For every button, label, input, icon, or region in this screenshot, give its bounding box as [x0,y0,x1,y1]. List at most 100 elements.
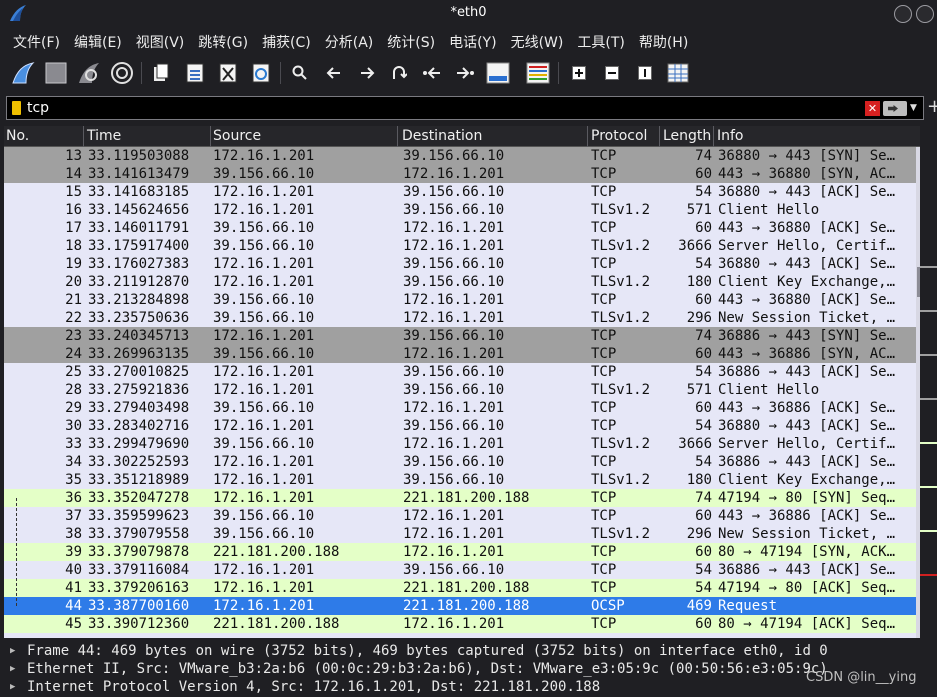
table-row[interactable]: 20 33.211912870 172.16.1.201 39.156.66.10 TL… [4,273,916,291]
cell-time: 33.275921836 [88,382,190,398]
cell-src: 172.16.1.201 [213,364,315,380]
detail-row-ethernet[interactable]: ▶ Ethernet II, Src: VMware_b3:2a:b6 (00:… [0,660,937,678]
cell-info: 443 → 36886 [SYN, AC… [718,346,896,362]
open-file-icon[interactable] [148,60,174,86]
menu-file[interactable]: 文件(F) [6,28,67,54]
table-row[interactable]: 40 33.379116084 172.16.1.201 39.156.66.10 TC… [4,561,916,579]
table-row[interactable]: 22 33.235750636 39.156.66.10 172.16.1.201 TL… [4,309,916,327]
table-row[interactable]: 23 33.240345713 172.16.1.201 39.156.66.10 TC… [4,327,916,345]
table-row[interactable]: 13 33.119503088 172.16.1.201 39.156.66.10 TC… [4,147,916,165]
menu-view[interactable]: 视图(V) [129,28,192,54]
table-row[interactable]: 33 33.299479690 39.156.66.10 172.16.1.201 TL… [4,435,916,453]
toolbar-separator [141,62,142,84]
expand-arrow-icon[interactable]: ▶ [10,660,15,678]
packet-minimap[interactable] [920,126,937,638]
table-row[interactable]: 37 33.359599623 39.156.66.10 172.16.1.201 TC… [4,507,916,525]
table-row[interactable]: 25 33.270010825 172.16.1.201 39.156.66.10 TC… [4,363,916,381]
table-row[interactable]: 16 33.145624656 172.16.1.201 39.156.66.10 TL… [4,201,916,219]
resize-columns-icon[interactable] [665,60,691,86]
table-row[interactable]: 35 33.351218989 172.16.1.201 39.156.66.10 TL… [4,471,916,489]
first-packet-icon[interactable] [419,60,445,86]
zoom-out-icon[interactable] [599,60,625,86]
column-header-length[interactable]: Length [663,128,711,144]
column-header-protocol[interactable]: Protocol [591,128,647,144]
menu-go[interactable]: 跳转(G) [191,28,255,54]
window-title: *eth0 [450,5,487,20]
table-row[interactable]: 18 33.175917400 39.156.66.10 172.16.1.201 TL… [4,237,916,255]
table-row[interactable]: 44 33.387700160 172.16.1.201 221.181.200.18… [4,597,916,615]
cell-src: 39.156.66.10 [213,400,315,416]
cell-proto: TCP [591,400,617,416]
cell-no: 20 [65,274,82,290]
autoscroll-icon[interactable] [485,60,511,86]
cell-src: 39.156.66.10 [213,346,315,362]
cell-src: 172.16.1.201 [213,490,315,506]
table-row[interactable]: 45 33.390712360 221.181.200.188 172.16.1.20… [4,615,916,633]
shark-fin-start-icon[interactable] [10,60,36,86]
column-header-destination[interactable]: Destination [402,128,482,144]
maximize-button[interactable] [916,5,934,23]
table-row[interactable]: 17 33.146011791 39.156.66.10 172.16.1.201 TC… [4,219,916,237]
zoom-in-icon[interactable] [566,60,592,86]
table-row[interactable]: 24 33.269963135 39.156.66.10 172.16.1.201 TC… [4,345,916,363]
goto-packet-icon[interactable] [386,60,412,86]
cell-no: 21 [65,292,82,308]
options-gear-icon[interactable] [109,60,135,86]
add-filter-button-plus-icon[interactable]: + [927,97,937,119]
column-header-no[interactable]: No. [6,128,29,144]
stop-square-icon[interactable] [43,60,69,86]
table-row[interactable]: 39 33.379079878 221.181.200.188 172.16.1.20… [4,543,916,561]
expand-arrow-icon[interactable]: ▶ [10,642,15,660]
restart-fin-icon[interactable] [76,60,102,86]
cell-len: 54 [695,184,712,200]
cell-src: 172.16.1.201 [213,184,315,200]
menu-edit[interactable]: 编辑(E) [67,28,129,54]
table-row[interactable]: 29 33.279403498 39.156.66.10 172.16.1.201 TC… [4,399,916,417]
table-row[interactable]: 19 33.176027383 172.16.1.201 39.156.66.10 TC… [4,255,916,273]
menu-tools[interactable]: 工具(T) [570,28,631,54]
menu-help[interactable]: 帮助(H) [632,28,695,54]
table-row[interactable]: 14 33.141613479 39.156.66.10 172.16.1.201 TC… [4,165,916,183]
menu-analyze[interactable]: 分析(A) [318,28,381,54]
table-row[interactable]: 30 33.283402716 172.16.1.201 39.156.66.10 TC… [4,417,916,435]
expand-arrow-icon[interactable]: ▶ [10,678,15,696]
apply-filter-arrow-icon[interactable] [883,101,907,116]
filter-bookmark-icon[interactable] [12,101,21,115]
save-file-icon[interactable] [182,60,208,86]
display-filter-input[interactable] [27,98,847,118]
title-bar: *eth0 [0,0,937,28]
column-header-info[interactable]: Info [717,128,744,144]
cell-proto: TCP [591,148,617,164]
cell-dst: 39.156.66.10 [403,184,505,200]
menu-capture[interactable]: 捕获(C) [255,28,318,54]
colorize-icon[interactable] [525,60,551,86]
clear-filter-icon[interactable]: ✕ [865,101,880,116]
cell-info: Client Hello [718,202,820,218]
menu-statistics[interactable]: 统计(S) [380,28,442,54]
cell-dst: 172.16.1.201 [403,310,505,326]
table-row[interactable]: 15 33.141683185 172.16.1.201 39.156.66.10 TC… [4,183,916,201]
table-row[interactable]: 41 33.379206163 172.16.1.201 221.181.200.18… [4,579,916,597]
table-row[interactable]: 38 33.379079558 39.156.66.10 172.16.1.201 TL… [4,525,916,543]
column-header-source[interactable]: Source [213,128,261,144]
reload-file-icon[interactable] [248,60,274,86]
table-row[interactable]: 28 33.275921836 172.16.1.201 39.156.66.10 TL… [4,381,916,399]
back-arrow-icon[interactable] [321,60,347,86]
minimize-button[interactable] [894,5,912,23]
filter-history-chevron-down-icon[interactable]: ▼ [910,101,920,116]
forward-arrow-icon[interactable] [354,60,380,86]
last-packet-icon[interactable] [452,60,478,86]
normal-size-icon[interactable] [632,60,658,86]
column-header-time[interactable]: Time [87,128,121,144]
menu-wireless[interactable]: 无线(W) [504,28,571,54]
find-icon[interactable] [287,60,313,86]
table-row[interactable]: 36 33.352047278 172.16.1.201 221.181.200.18… [4,489,916,507]
cell-proto: TLSv1.2 [591,310,651,326]
close-file-icon[interactable] [215,60,241,86]
cell-time: 33.379079558 [88,526,190,542]
menu-telephony[interactable]: 电话(Y) [442,28,503,54]
detail-row-ipv4[interactable]: ▶ Internet Protocol Version 4, Src: 172.… [0,678,937,696]
table-row[interactable]: 21 33.213284898 39.156.66.10 172.16.1.201 TC… [4,291,916,309]
table-row[interactable]: 34 33.302252593 172.16.1.201 39.156.66.10 TC… [4,453,916,471]
detail-row-frame[interactable]: ▶ Frame 44: 469 bytes on wire (3752 bits… [0,642,937,660]
